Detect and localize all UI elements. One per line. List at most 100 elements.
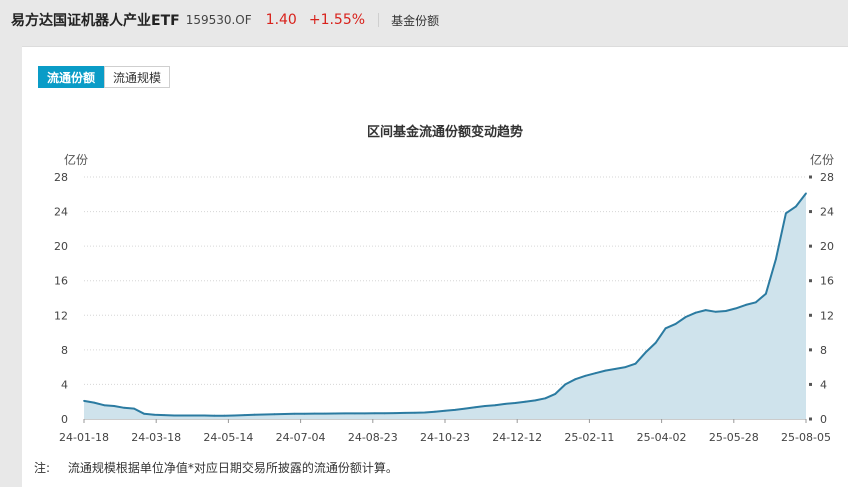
y-tick-label-left: 8 — [61, 344, 68, 357]
data-point — [333, 412, 336, 415]
data-point — [724, 310, 727, 312]
data-point — [624, 366, 627, 368]
data-point — [534, 399, 537, 402]
data-point — [203, 414, 206, 417]
section-title: 基金份额 — [391, 13, 440, 28]
data-point — [454, 409, 456, 411]
x-tick-label: 24-08-23 — [348, 431, 398, 444]
y-tick-label-left: 20 — [54, 240, 68, 253]
y-tick-label-right: 12 — [820, 309, 834, 322]
data-point — [664, 327, 667, 330]
y-tick-mark-right — [809, 382, 812, 386]
y-axis-unit-left: 亿份 — [64, 152, 88, 167]
fund-price: 1.40 — [265, 12, 297, 28]
data-point — [103, 404, 105, 407]
y-tick-label-left: 4 — [61, 378, 68, 391]
x-tick-label: 24-10-23 — [420, 431, 470, 444]
data-point — [584, 374, 587, 377]
data-point — [353, 412, 356, 415]
data-point — [394, 412, 396, 414]
data-point — [464, 407, 466, 410]
data-point — [253, 413, 256, 416]
fund-header: 易方达国证机器人产业ETF 159530.OF 1.40 +1.55% 基金份额 — [0, 0, 848, 40]
data-point — [704, 309, 707, 311]
data-point — [173, 414, 176, 417]
data-point — [524, 400, 527, 403]
footnote: 注: 流通规模根据单位净值*对应日期交易所披露的流通份额计算。 — [34, 459, 398, 476]
x-tick-label: 24-07-04 — [276, 431, 326, 444]
y-tick-label-right: 24 — [820, 206, 834, 219]
shares-trend-chart: 区间基金流通份额变动趋势亿份 亿份 0 0 4 4 8 8 12 12 16 16 20 20 24 24 28… — [54, 124, 834, 444]
data-point — [734, 307, 737, 310]
data-point — [484, 405, 486, 407]
data-point — [564, 383, 567, 386]
x-tick-label: 25-04-02 — [637, 431, 687, 444]
data-point — [93, 401, 95, 404]
data-point — [504, 403, 507, 405]
y-tick-label-right: 20 — [820, 240, 834, 253]
data-point — [674, 323, 677, 325]
data-point — [694, 311, 697, 314]
data-point — [654, 342, 657, 344]
chart-panel: 流通份额 流通规模 区间基金流通份额变动趋势 亿份 亿份 0 0 4 4 8 8 12 12 16 16… — [22, 46, 848, 487]
y-tick-label-right: 28 — [820, 171, 834, 184]
data-point — [434, 410, 436, 413]
x-tick-label: 24-12-12 — [492, 431, 542, 444]
data-point — [494, 404, 496, 407]
data-point — [574, 378, 577, 381]
y-tick-mark-right — [809, 313, 812, 317]
fund-name: 易方达国证机器人产业ETF — [11, 13, 180, 29]
data-point — [273, 413, 276, 416]
data-point — [283, 413, 286, 415]
x-tick-label: 25-02-11 — [564, 431, 614, 444]
data-point — [714, 310, 717, 313]
data-point — [614, 368, 617, 370]
x-tick-label: 25-05-28 — [709, 431, 759, 444]
data-point — [343, 412, 346, 415]
y-tick-mark-right — [809, 279, 812, 283]
data-point — [795, 205, 797, 208]
data-point — [684, 316, 687, 318]
fund-change-percent: +1.55% — [308, 12, 366, 28]
y-tick-mark-right — [809, 244, 812, 248]
y-tick-label-left: 24 — [54, 206, 68, 219]
data-point — [474, 406, 476, 409]
data-point — [594, 372, 597, 375]
data-point — [213, 414, 216, 417]
y-tick-label-right: 8 — [820, 344, 827, 357]
data-point — [554, 393, 557, 395]
data-point — [444, 409, 446, 412]
data-point — [183, 414, 186, 417]
header-divider — [378, 13, 380, 27]
data-point — [404, 412, 406, 414]
y-tick-mark-right — [809, 417, 812, 421]
data-point — [544, 397, 547, 400]
data-point — [133, 407, 135, 410]
x-tick-label: 24-05-14 — [203, 431, 253, 444]
data-point — [644, 351, 647, 354]
data-point — [514, 402, 517, 404]
y-tick-label-left: 16 — [54, 275, 68, 288]
data-point — [634, 362, 637, 365]
footnote-text: 流通规模根据单位净值*对应日期交易所披露的流通份额计算。 — [67, 461, 398, 475]
data-point — [313, 412, 316, 415]
data-point — [303, 412, 306, 415]
y-axis-unit-right: 亿份 — [810, 152, 834, 167]
y-tick-label-right: 16 — [820, 275, 834, 288]
data-point — [424, 411, 426, 414]
y-tick-label-left: 28 — [54, 171, 68, 184]
data-point — [383, 412, 386, 415]
data-point — [755, 301, 757, 304]
data-point — [83, 400, 85, 402]
data-point — [263, 413, 266, 416]
data-point — [243, 414, 246, 416]
data-point — [163, 414, 166, 416]
y-tick-mark-right — [809, 348, 812, 352]
y-tick-mark-right — [809, 210, 812, 214]
chart-title: 区间基金流通份额变动趋势 — [367, 124, 523, 140]
data-point — [744, 304, 747, 306]
data-point — [113, 405, 115, 407]
data-point — [153, 413, 156, 416]
data-point — [805, 192, 807, 195]
y-tick-label-left: 12 — [54, 309, 68, 322]
